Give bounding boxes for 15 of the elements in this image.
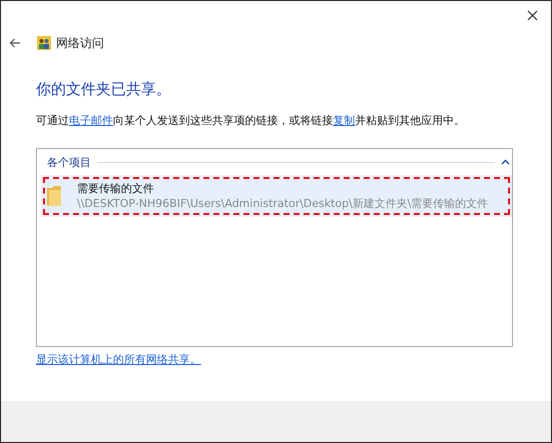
link[interactable]: 复制: [333, 114, 355, 127]
item-name: 需要传输的文件: [77, 181, 155, 196]
collapse-icon[interactable]: [501, 159, 510, 165]
link[interactable]: 电子邮件: [69, 114, 113, 127]
group-title: 各个项目: [47, 154, 91, 170]
message-text: 可通过电子邮件向某个人发送到这些共享项的链接，或将链接复制并粘贴到其他应用中。: [36, 113, 465, 129]
close-button[interactable]: [526, 9, 539, 22]
show-all-shares-link[interactable]: 显示该计算机上的所有网络共享。: [36, 353, 201, 367]
people-icon: [37, 36, 51, 50]
window-title: 网络访问: [56, 34, 104, 52]
heading: 你的文件夹已共享。: [36, 79, 172, 99]
list-item[interactable]: 需要传输的文件 \\DESKTOP-NH96BIF\Users\Administrator\Desktop\新建文件夹\需要传输的文件: [41, 175, 512, 217]
back-button[interactable]: [9, 37, 23, 49]
folder-icon: [47, 185, 61, 207]
item-path: \\DESKTOP-NH96BIF\Users\Administrator\Desktop\新建文件夹\需要传输的文件: [77, 196, 488, 211]
